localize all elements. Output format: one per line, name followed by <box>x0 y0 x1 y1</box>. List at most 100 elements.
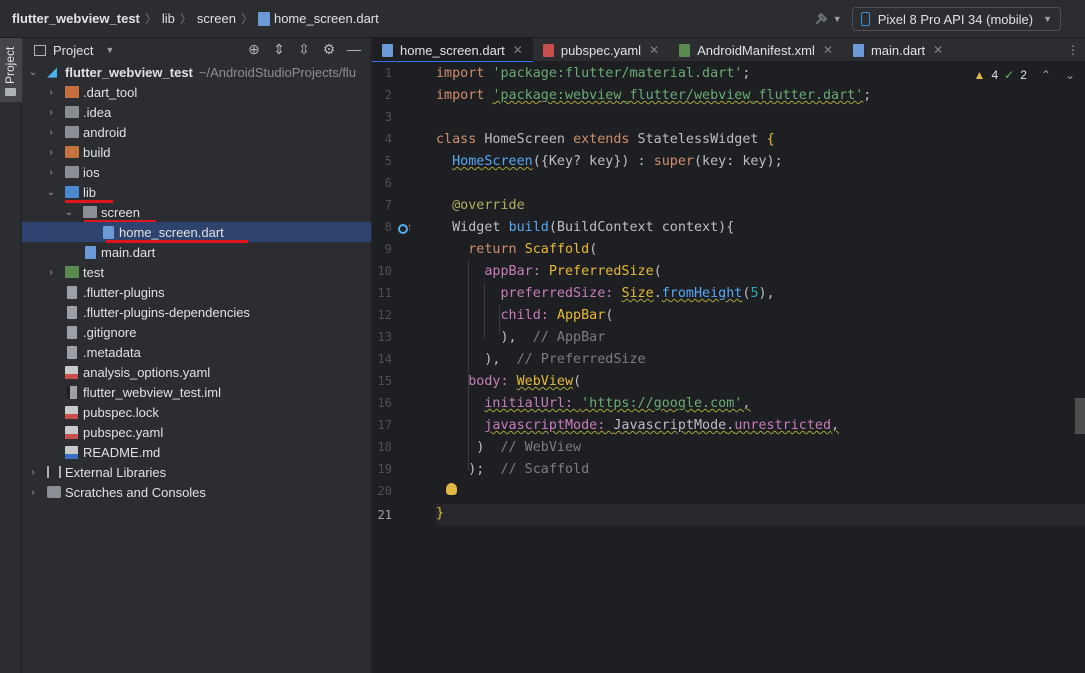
line-number: 19 <box>377 462 392 476</box>
tab-home-screen[interactable]: home_screen.dart ✕ <box>372 38 533 63</box>
hammer-icon[interactable] <box>813 11 829 27</box>
tree-row[interactable]: flutter_webview_test.iml <box>22 382 371 402</box>
chevron-right-icon[interactable]: › <box>46 107 56 118</box>
tree-row[interactable]: › test <box>22 262 371 282</box>
yaml-file-icon <box>65 425 78 439</box>
chevron-right-icon[interactable]: › <box>46 127 56 138</box>
tree-row-lib[interactable]: ⌄ lib <box>22 182 371 203</box>
tree-row[interactable]: .gitignore <box>22 322 371 342</box>
tree-item-label: .metadata <box>83 344 141 360</box>
breadcrumb-screen[interactable]: screen <box>197 11 236 26</box>
tree-row[interactable]: pubspec.yaml <box>22 422 371 442</box>
folder-icon <box>5 88 16 96</box>
tree-item-label: pubspec.yaml <box>83 424 164 440</box>
chevron-right-icon[interactable]: › <box>46 267 56 278</box>
breadcrumb-lib[interactable]: lib <box>162 11 175 26</box>
line-number: 8 <box>384 220 392 234</box>
tab-android-manifest[interactable]: AndroidManifest.xml ✕ <box>669 38 843 62</box>
tree-row[interactable]: › android <box>22 122 371 142</box>
scrollbar-thumb[interactable] <box>1075 398 1085 434</box>
code-editor[interactable]: 1 2 3 4 5 6 7 8 9 10 11 12 13 14 15 16 1… <box>372 62 1085 673</box>
expand-all-icon[interactable]: ⇕ <box>271 41 287 58</box>
code-line-1: import 'package:flutter/material.dart'; <box>436 66 751 81</box>
tree-row-screen[interactable]: ⌄ screen <box>22 202 371 223</box>
chevron-down-icon[interactable]: ⌄ <box>1065 68 1075 82</box>
folder-icon <box>65 266 79 278</box>
close-icon[interactable]: ✕ <box>823 43 833 57</box>
chevron-right-icon[interactable]: › <box>46 167 56 178</box>
tree-row[interactable]: › .idea <box>22 102 371 122</box>
inspection-widget[interactable]: ▲ 4 ✓ 2 ⌃ ⌄ <box>974 68 1075 82</box>
code-line-7: @override <box>452 198 525 213</box>
device-selector[interactable]: Pixel 8 Pro API 34 (mobile) ▼ <box>851 7 1061 31</box>
breadcrumb-project[interactable]: flutter_webview_test <box>12 11 140 26</box>
chevron-right-icon[interactable]: › <box>28 487 38 498</box>
locate-icon[interactable]: ⊕ <box>246 41 262 58</box>
collapse-all-icon[interactable]: ⇳ <box>296 41 312 58</box>
breadcrumb-file[interactable]: home_screen.dart <box>274 11 379 26</box>
tree-row[interactable]: › build <box>22 142 371 162</box>
line-number: 1 <box>384 66 392 80</box>
tool-window-strip: Project <box>0 38 22 673</box>
code-line-14: ), // PreferredSize <box>484 352 646 367</box>
chevron-down-icon[interactable]: ⌄ <box>64 207 74 218</box>
code-line-10: appBar: PreferredSize( <box>484 264 662 279</box>
tree-item-label: main.dart <box>101 244 156 260</box>
tree-item-label: ios <box>83 164 100 180</box>
yaml-file-icon <box>65 365 78 379</box>
tree-row[interactable]: main.dart <box>22 242 371 262</box>
tree-row[interactable]: pubspec.lock <box>22 402 371 422</box>
tree-item-label: build <box>83 144 111 160</box>
chevron-down-icon: ▼ <box>1043 14 1052 24</box>
project-root-path: ~/AndroidStudioProjects/flu <box>198 64 357 80</box>
chevron-right-icon[interactable]: › <box>28 467 38 478</box>
code-line-12: child: AppBar( <box>500 308 614 323</box>
current-line-highlight <box>372 504 1085 526</box>
folder-icon <box>65 126 79 138</box>
tree-row[interactable]: › ios <box>22 162 371 182</box>
gear-icon[interactable]: ⚙ <box>321 41 337 58</box>
tab-main[interactable]: main.dart ✕ <box>843 38 953 62</box>
close-icon[interactable]: ✕ <box>933 43 943 57</box>
chevron-right-icon[interactable]: › <box>46 87 56 98</box>
chevron-down-icon[interactable]: ▼ <box>833 14 842 24</box>
line-number: 21 <box>377 508 392 522</box>
chevron-down-icon[interactable]: ⌄ <box>46 187 56 198</box>
chevron-right-icon: 〉 <box>144 12 157 26</box>
tree-item-label: test <box>83 264 104 280</box>
lightbulb-icon[interactable] <box>446 483 457 495</box>
folder-icon <box>65 86 79 98</box>
tree-row[interactable]: analysis_options.yaml <box>22 362 371 382</box>
code-line-5: HomeScreen({Key? key}) : super(key: key)… <box>452 154 783 169</box>
tree-row[interactable]: .flutter-plugins-dependencies <box>22 302 371 322</box>
chevron-down-icon[interactable]: ⌄ <box>28 67 38 78</box>
tree-item-label: External Libraries <box>65 464 167 480</box>
code-line-11: preferredSize: Size.fromHeight(5), <box>500 286 775 301</box>
line-number: 9 <box>384 242 392 256</box>
tab-label: AndroidManifest.xml <box>697 42 815 58</box>
tree-row-root[interactable]: ⌄ ◢ flutter_webview_test ~/AndroidStudioP… <box>22 62 371 82</box>
tree-row[interactable]: .metadata <box>22 342 371 362</box>
project-tool-tab[interactable]: Project <box>0 38 22 102</box>
chevron-right-icon[interactable]: › <box>46 147 56 158</box>
tree-row[interactable]: › .dart_tool <box>22 82 371 102</box>
dart-file-icon <box>103 225 114 239</box>
tree-row-selected[interactable]: home_screen.dart <box>22 222 371 243</box>
yaml-file-icon <box>542 43 554 57</box>
project-view-icon <box>34 44 46 56</box>
close-icon[interactable]: ✕ <box>513 43 523 57</box>
chevron-up-icon[interactable]: ⌃ <box>1041 68 1051 82</box>
tab-pubspec[interactable]: pubspec.yaml ✕ <box>533 38 669 62</box>
tree-row[interactable]: › External Libraries <box>22 462 371 482</box>
code-line-15: body: WebView( <box>468 374 582 389</box>
line-number: 7 <box>384 198 392 212</box>
close-icon[interactable]: ✕ <box>649 43 659 57</box>
tab-list-button[interactable]: ⋮ <box>1067 38 1079 62</box>
line-number: 16 <box>377 396 392 410</box>
tree-row[interactable]: › Scratches and Consoles <box>22 482 371 502</box>
tree-row[interactable]: .flutter-plugins <box>22 282 371 302</box>
minus-icon[interactable]: — <box>346 41 362 58</box>
tree-row[interactable]: README.md <box>22 442 371 462</box>
tree-item-label: screen <box>101 204 141 220</box>
chevron-down-icon[interactable]: ▼ <box>105 45 114 55</box>
